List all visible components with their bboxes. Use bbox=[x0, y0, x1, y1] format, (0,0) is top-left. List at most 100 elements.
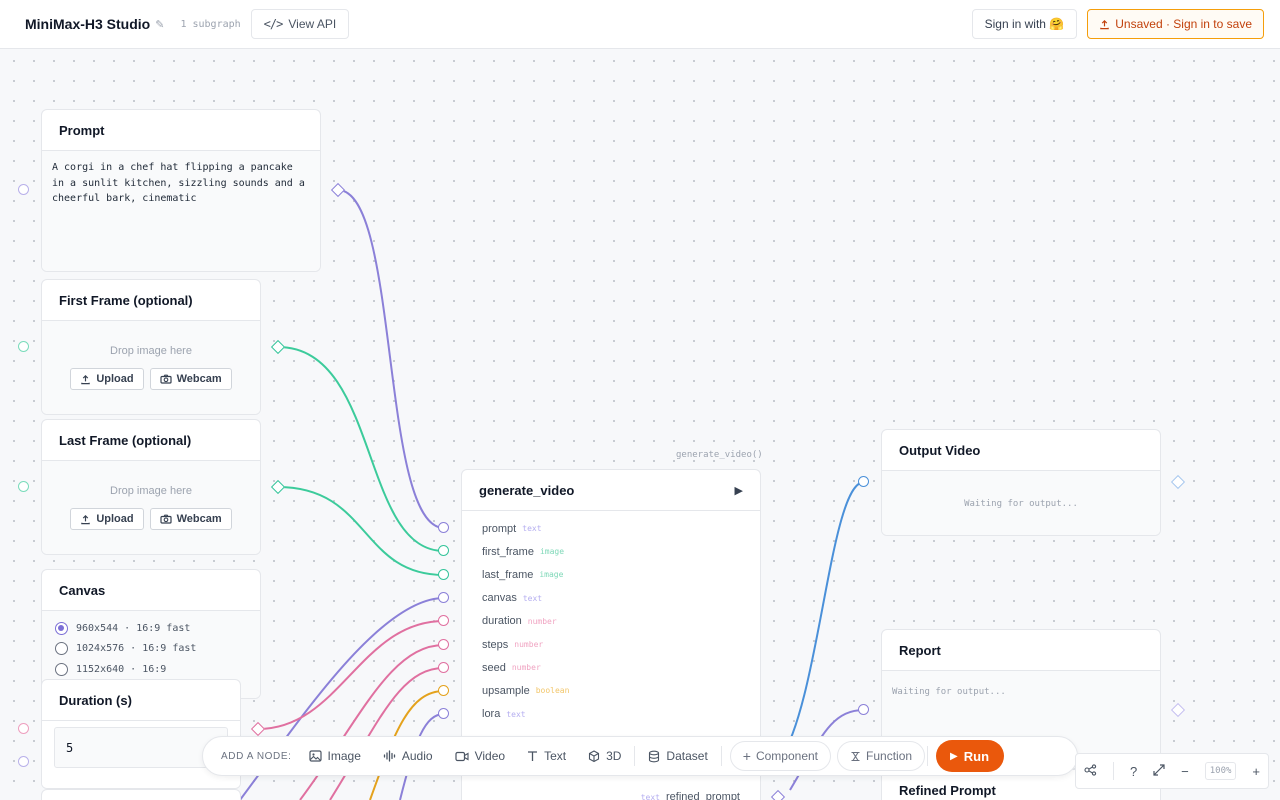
input-port-row: prompt text bbox=[462, 517, 760, 540]
first-frame-webcam-button[interactable]: Webcam bbox=[149, 368, 232, 390]
play-icon[interactable]: ▶ bbox=[735, 484, 743, 497]
first-frame-input-handle[interactable] bbox=[18, 341, 29, 352]
port-name: seed bbox=[482, 661, 506, 674]
add-3d-button[interactable]: 3D bbox=[577, 741, 632, 771]
edit-title-icon[interactable]: ✎ bbox=[155, 18, 164, 31]
canvas-option[interactable]: 1152x640 · 16:9 bbox=[42, 659, 260, 680]
prompt-node[interactable]: Prompt A corgi in a chef hat flipping a … bbox=[41, 109, 321, 272]
port-type: number bbox=[527, 616, 557, 626]
first-frame-upload-button[interactable]: Upload bbox=[70, 368, 144, 390]
output-port-row: text refined_prompt bbox=[641, 791, 740, 800]
toolbar-divider bbox=[634, 746, 636, 766]
port-name: duration bbox=[482, 615, 522, 628]
canvas-option-label: 960x544 · 16:9 fast bbox=[76, 622, 191, 634]
view-api-label: View API bbox=[288, 17, 337, 31]
sign-in-button[interactable]: Sign in with 🤗 bbox=[971, 9, 1078, 39]
first-frame-node-title: First Frame (optional) bbox=[42, 280, 260, 321]
output-video-node[interactable]: Output Video Waiting for output... bbox=[881, 429, 1161, 536]
play-icon: ▶ bbox=[950, 750, 958, 762]
prompt-input-handle[interactable] bbox=[18, 184, 29, 195]
duration-input-handle[interactable] bbox=[18, 723, 29, 734]
add-node-toolbar: ADD A NODE: Image Audio Video Text 3D Da… bbox=[202, 736, 1078, 776]
add-video-label: Video bbox=[474, 749, 506, 763]
upload-icon bbox=[81, 374, 91, 384]
camera-icon bbox=[160, 374, 172, 384]
run-label: Run bbox=[963, 748, 990, 764]
radio-selected-icon[interactable] bbox=[55, 621, 68, 635]
upload-icon bbox=[81, 514, 91, 524]
add-dataset-button[interactable]: Dataset bbox=[637, 741, 718, 771]
last-frame-input-handle[interactable] bbox=[18, 481, 29, 492]
canvas-option[interactable]: 1024x576 · 16:9 fast bbox=[42, 639, 260, 660]
run-button[interactable]: ▶ Run bbox=[936, 740, 1005, 772]
unsaved-sign-in-button[interactable]: Unsaved · Sign in to save bbox=[1087, 9, 1264, 39]
prompt-textarea[interactable]: A corgi in a chef hat flipping a pancake… bbox=[42, 151, 320, 216]
first-frame-port-handle[interactable] bbox=[438, 545, 449, 556]
add-component-button[interactable]: + Component bbox=[729, 741, 832, 771]
input-port-row: duration number bbox=[462, 610, 760, 633]
port-type: image bbox=[539, 547, 565, 557]
radio-icon[interactable] bbox=[55, 642, 68, 656]
steps-port-handle[interactable] bbox=[438, 639, 449, 650]
last-frame-port-handle[interactable] bbox=[438, 569, 449, 580]
port-type: boolean bbox=[535, 686, 570, 696]
view-api-button[interactable]: </> View API bbox=[250, 9, 350, 39]
layout-graph-icon[interactable] bbox=[1084, 763, 1097, 779]
add-function-label: Function bbox=[866, 749, 913, 763]
add-image-button[interactable]: Image bbox=[298, 741, 372, 771]
input-port-row: first_frame image bbox=[462, 540, 760, 563]
port-name: first_frame bbox=[482, 545, 534, 558]
upsample-port-handle[interactable] bbox=[438, 685, 449, 696]
extra-input-handle[interactable] bbox=[18, 756, 29, 767]
output-video-title: Output Video bbox=[882, 430, 1160, 471]
duration-port-handle[interactable] bbox=[438, 615, 449, 626]
output-video-input-handle[interactable] bbox=[858, 476, 869, 487]
add-component-label: Component bbox=[755, 749, 819, 763]
canvas-option-label: 1152x640 · 16:9 bbox=[76, 663, 167, 675]
collapsed-node[interactable] bbox=[41, 789, 241, 800]
zoom-out-icon[interactable]: − bbox=[1181, 764, 1189, 779]
zoom-level: 100% bbox=[1204, 762, 1237, 780]
last-frame-dropzone[interactable]: Drop image here bbox=[42, 461, 260, 497]
zoom-in-icon[interactable]: + bbox=[1252, 764, 1260, 779]
fit-view-icon[interactable] bbox=[1153, 763, 1165, 779]
canvas-node-title: Canvas bbox=[42, 570, 260, 611]
first-frame-node[interactable]: First Frame (optional) Drop image here U… bbox=[41, 279, 261, 415]
input-port-row: last_frame image bbox=[462, 563, 760, 586]
add-text-button[interactable]: Text bbox=[516, 741, 577, 771]
add-dataset-label: Dataset bbox=[666, 749, 708, 763]
input-port-row: seed number bbox=[462, 656, 760, 679]
port-type: text bbox=[522, 524, 542, 534]
audio-icon bbox=[383, 750, 396, 762]
lora-port-handle[interactable] bbox=[438, 708, 449, 719]
help-icon[interactable]: ? bbox=[1130, 764, 1137, 779]
report-input-handle[interactable] bbox=[858, 704, 869, 715]
canvas-port-handle[interactable] bbox=[438, 592, 449, 603]
add-audio-button[interactable]: Audio bbox=[372, 741, 444, 771]
prompt-port-handle[interactable] bbox=[438, 522, 449, 533]
add-video-button[interactable]: Video bbox=[444, 741, 516, 771]
zoom-divider bbox=[1112, 762, 1114, 780]
port-type: number bbox=[514, 640, 544, 650]
last-frame-node[interactable]: Last Frame (optional) Drop image here Up… bbox=[41, 419, 261, 555]
upload-label: Upload bbox=[96, 373, 134, 385]
add-audio-label: Audio bbox=[401, 749, 433, 763]
seed-port-handle[interactable] bbox=[438, 662, 449, 673]
add-function-button[interactable]: Function bbox=[837, 741, 926, 771]
function-icon bbox=[851, 751, 860, 761]
last-frame-node-title: Last Frame (optional) bbox=[42, 420, 260, 461]
last-frame-upload-button[interactable]: Upload bbox=[70, 508, 144, 530]
webcam-label: Webcam bbox=[176, 513, 222, 525]
add-image-label: Image bbox=[327, 749, 361, 763]
first-frame-dropzone[interactable]: Drop image here bbox=[42, 321, 260, 357]
radio-icon[interactable] bbox=[55, 662, 68, 676]
output-video-waiting: Waiting for output... bbox=[964, 498, 1078, 509]
zoom-controls: ? − 100% + bbox=[1075, 753, 1269, 789]
report-title: Report bbox=[882, 630, 1160, 671]
last-frame-webcam-button[interactable]: Webcam bbox=[149, 508, 232, 530]
function-label: generate_video() bbox=[676, 450, 763, 460]
toolbar-divider bbox=[927, 746, 929, 766]
canvas-option[interactable]: 960x544 · 16:9 fast bbox=[42, 618, 260, 639]
port-type: text bbox=[522, 593, 543, 603]
port-name: upsample bbox=[482, 684, 530, 697]
